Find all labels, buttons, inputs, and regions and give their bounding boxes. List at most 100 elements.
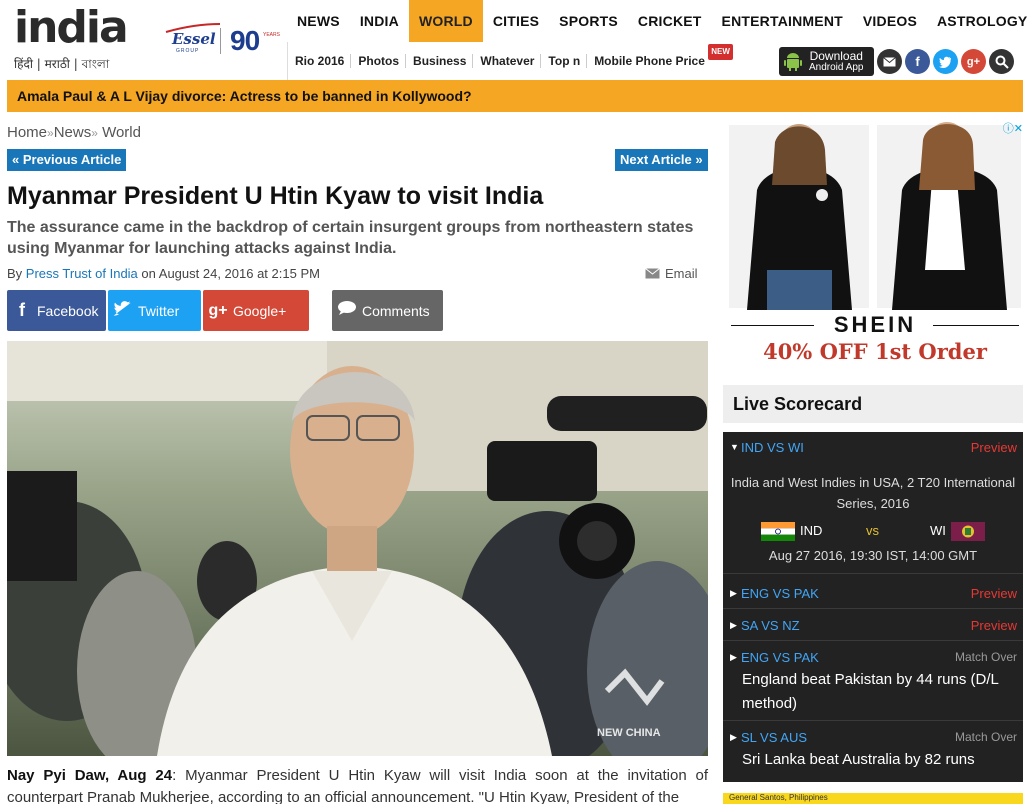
download-line2: Android App xyxy=(809,61,864,73)
speech-bubble-icon xyxy=(332,300,362,321)
subnav-top-n[interactable]: Top n xyxy=(541,54,588,68)
breadcrumb: Home»News» World xyxy=(7,124,141,141)
comments-label: Comments xyxy=(362,302,430,319)
match-sl-vs-aus[interactable]: ▶ SL VS AUS Match Over Sri Lanka beat Au… xyxy=(723,722,1023,777)
article-dateline: Nay Pyi Daw, Aug 24 xyxy=(7,767,173,784)
ad-models-image xyxy=(727,120,1023,310)
match-result: Sri Lanka beat Australia by 82 runs xyxy=(742,751,975,768)
hero-image: NEW CHINA xyxy=(7,341,708,756)
nav-entertainment[interactable]: ENTERTAINMENT xyxy=(712,0,853,42)
comments-button[interactable]: Comments xyxy=(332,290,443,331)
twitter-bird-icon xyxy=(108,300,138,321)
google-plus-icon[interactable]: g+ xyxy=(961,49,986,74)
facebook-icon: f xyxy=(19,300,25,320)
match-status: Preview xyxy=(970,586,1017,601)
next-article-button[interactable]: Next Article » xyxy=(615,149,708,171)
new-badge: NEW xyxy=(708,44,733,60)
match-ind-vs-wi[interactable]: ▼ IND VS WI Preview India and West Indie… xyxy=(723,432,1023,574)
collapsed-triangle-icon: ▶ xyxy=(730,732,737,742)
shein-offer-text: 40% OFF 1st Order xyxy=(763,339,987,364)
byline-prefix: By xyxy=(7,266,23,281)
west-indies-flag-icon xyxy=(951,522,985,541)
live-scorecard-panel: ▼ IND VS WI Preview India and West Indie… xyxy=(723,432,1023,782)
article-summary: The assurance came in the backdrop of ce… xyxy=(7,219,694,257)
match-status: Match Over xyxy=(954,730,1017,744)
subnav-rio-2016[interactable]: Rio 2016 xyxy=(288,54,352,68)
match-title[interactable]: SA VS NZ xyxy=(741,618,800,633)
match-status: Preview xyxy=(970,440,1017,455)
facebook-icon[interactable]: f xyxy=(905,49,930,74)
nav-world[interactable]: WORLD xyxy=(408,0,483,42)
essel-divider xyxy=(220,28,221,54)
share-twitter-label: Twitter xyxy=(138,302,180,319)
match-title[interactable]: ENG VS PAK xyxy=(741,586,819,601)
match-result: England beat Pakistan by 44 runs (D/L me… xyxy=(742,671,999,712)
header-social-icons: f g+ xyxy=(877,49,1014,74)
nav-india[interactable]: INDIA xyxy=(350,0,409,42)
match-status: Preview xyxy=(970,618,1017,633)
logo-wordmark: india xyxy=(14,2,129,53)
site-header: india हिंदी | मराठी | বাংলা Essel GROUP … xyxy=(0,0,1031,80)
match-teams: IND vs WI xyxy=(723,520,1023,542)
breaking-news-ticker[interactable]: Amala Paul & A L Vijay divorce: Actress … xyxy=(7,80,1023,112)
sub-nav: Rio 2016 Photos Business Whatever Top n … xyxy=(287,42,777,80)
team2-name: WI xyxy=(930,523,946,538)
match-series: India and West Indies in USA, 2 T20 Inte… xyxy=(730,475,1016,511)
shein-brand-logo: SHEIN xyxy=(833,312,917,337)
match-title[interactable]: ENG VS PAK xyxy=(741,650,819,665)
subnav-business[interactable]: Business xyxy=(406,54,474,68)
india-com-logo[interactable]: india हिंदी | मराठी | বাংলা xyxy=(14,6,144,76)
ninety-years-mark: 90 xyxy=(230,25,260,56)
bottom-advertisement[interactable]: General Santos, Philippines xyxy=(723,793,1023,804)
essel-group-logo: Essel GROUP 90 YEARS xyxy=(162,22,280,62)
google-plus-icon: g+ xyxy=(208,301,228,319)
breadcrumb-sep: » xyxy=(47,126,54,140)
subnav-whatever[interactable]: Whatever xyxy=(473,54,542,68)
share-facebook-label: Facebook xyxy=(37,302,99,319)
match-title[interactable]: SL VS AUS xyxy=(741,730,807,745)
nav-news[interactable]: NEWS xyxy=(287,0,350,42)
envelope-icon xyxy=(645,268,660,279)
byline-date: on August 24, 2016 at 2:15 PM xyxy=(141,266,320,281)
article-body: Nay Pyi Daw, Aug 24: Myanmar President U… xyxy=(7,765,708,804)
breadcrumb-home[interactable]: Home xyxy=(7,124,47,141)
india-flag-icon xyxy=(761,522,795,541)
match-eng-vs-pak-preview[interactable]: ▶ ENG VS PAK Preview xyxy=(723,578,1023,609)
subnav-mobile-phone-price[interactable]: Mobile Phone Price NEW xyxy=(587,44,733,68)
collapsed-triangle-icon: ▶ xyxy=(730,588,737,598)
main-nav: NEWS INDIA WORLD CITIES SPORTS CRICKET E… xyxy=(287,0,1031,42)
nav-cities[interactable]: CITIES xyxy=(483,0,549,42)
breadcrumb-sep: » xyxy=(91,126,98,140)
search-icon[interactable] xyxy=(989,49,1014,74)
match-sa-vs-nz[interactable]: ▶ SA VS NZ Preview xyxy=(723,610,1023,641)
expanded-triangle-icon: ▼ xyxy=(730,442,739,452)
download-line1: Download xyxy=(809,48,863,63)
collapsed-triangle-icon: ▶ xyxy=(730,652,737,662)
email-icon[interactable] xyxy=(877,49,902,74)
adchoices-icon[interactable]: ⓘ✕ xyxy=(1003,120,1023,136)
nav-astrology[interactable]: ASTROLOGY xyxy=(927,0,1031,42)
match-status: Match Over xyxy=(954,650,1017,664)
share-twitter-button[interactable]: Twitter xyxy=(108,290,201,331)
nav-cricket[interactable]: CRICKET xyxy=(628,0,712,42)
subnav-mobile-label: Mobile Phone Price xyxy=(594,54,705,68)
match-eng-vs-pak-result[interactable]: ▶ ENG VS PAK Match Over England beat Pak… xyxy=(723,642,1023,721)
match-title[interactable]: IND VS WI xyxy=(741,440,804,455)
previous-article-button[interactable]: « Previous Article xyxy=(7,149,127,171)
download-android-app-button[interactable]: Download Android App xyxy=(779,47,874,76)
breadcrumb-world[interactable]: World xyxy=(102,124,141,141)
email-article-link[interactable]: Email xyxy=(645,266,698,281)
article-hero-photo: NEW CHINA xyxy=(7,341,708,756)
share-google-plus-button[interactable]: g+ Google+ xyxy=(203,290,309,331)
article-byline: By Press Trust of India on August 24, 20… xyxy=(7,266,320,281)
share-facebook-button[interactable]: f Facebook xyxy=(7,290,106,331)
nav-videos[interactable]: VIDEOS xyxy=(853,0,927,42)
twitter-icon[interactable] xyxy=(933,49,958,74)
team1-name: IND xyxy=(800,523,823,538)
byline-author-link[interactable]: Press Trust of India xyxy=(26,266,138,281)
subnav-photos[interactable]: Photos xyxy=(351,54,407,68)
breadcrumb-news[interactable]: News xyxy=(54,124,92,141)
download-text: Download Android App xyxy=(809,48,864,73)
essel-sub: GROUP xyxy=(176,48,200,54)
nav-sports[interactable]: SPORTS xyxy=(549,0,628,42)
